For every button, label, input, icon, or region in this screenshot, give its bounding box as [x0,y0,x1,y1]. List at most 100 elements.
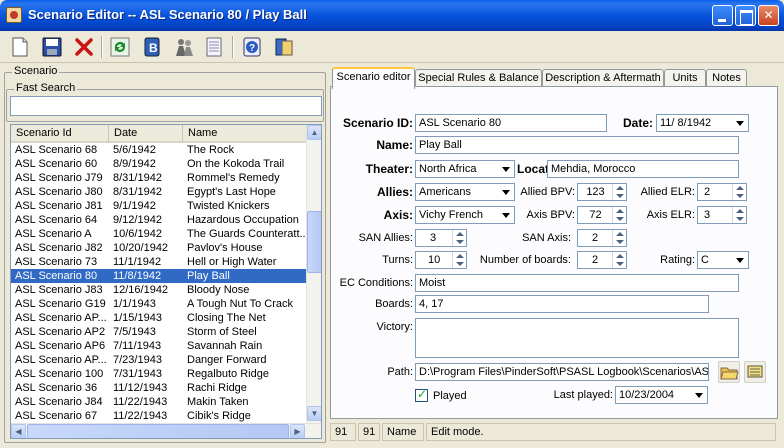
last-played-picker[interactable]: 10/23/2004 [615,386,708,404]
scroll-left-button[interactable]: ◀ [11,424,26,438]
scenario-list[interactable]: Scenario Id Date Name ASL Scenario 68 5/6… [10,124,322,439]
axis-dropdown-arrow-icon[interactable] [498,207,514,223]
last-played-value: 10/23/2004 [619,389,675,401]
boards-count-value: 2 [592,254,599,266]
table-row[interactable]: ASL Scenario G19 1/1/1943 A Tough Nut To C… [11,297,308,311]
status-mode: Edit mode. [426,423,776,441]
table-row[interactable]: ASL Scenario 64 9/12/1942 Hazardous Occupa… [11,213,308,227]
boards-count-spinner[interactable]: 2 [577,251,627,269]
table-row[interactable]: ASL Scenario 73 11/1/1942 Hell or High Wat… [11,255,308,269]
table-row[interactable]: ASL Scenario 60 8/9/1942 On the Kokoda Tra… [11,157,308,171]
maximize-button[interactable] [735,5,756,26]
boards-field[interactable]: 4, 17 [415,295,709,313]
last-played-dropdown-arrow-icon[interactable] [691,387,707,403]
date-picker[interactable]: 11/ 8/1942 [656,114,749,132]
book-icon[interactable]: B [140,35,164,59]
san-axis-spin-icon[interactable] [612,230,626,246]
axis-elr-spin-icon[interactable] [732,207,746,223]
horizontal-scrollbar[interactable]: ◀ ▶ [11,423,321,438]
table-row[interactable]: ASL Scenario J81 9/1/1942 Twisted Knickers [11,199,308,213]
allied-bpv-spin-icon[interactable] [612,184,626,200]
notes-icon[interactable] [202,35,226,59]
title-bar[interactable]: Scenario Editor -- ASL Scenario 80 / Pla… [0,0,784,31]
table-row[interactable]: ASL Scenario J79 8/31/1942 Rommel's Remedy [11,171,308,185]
axis-elr-spinner[interactable]: 3 [697,206,747,224]
scroll-right-button[interactable]: ▶ [290,424,305,438]
ec-conditions-field[interactable]: Moist [415,274,739,292]
allies-dropdown-arrow-icon[interactable] [498,184,514,200]
allied-elr-spin-icon[interactable] [732,184,746,200]
location-field[interactable]: Mehdia, Morocco [547,160,739,178]
theater-select[interactable]: North Africa [415,160,515,178]
path-field[interactable]: D:\Program Files\PinderSoft\PSASL Logboo… [415,363,709,381]
app-icon[interactable] [6,7,22,23]
refresh-icon[interactable] [108,35,132,59]
axis-bpv-spinner[interactable]: 72 [577,206,627,224]
delete-icon[interactable] [72,35,96,59]
boards-count-spin-icon[interactable] [612,252,626,268]
axis-bpv-spin-icon[interactable] [612,207,626,223]
cell-name: A Tough Nut To Crack [187,298,293,310]
table-row[interactable]: ASL Scenario J83 12/16/1942 Bloody Nose [11,283,308,297]
turns-spin-icon[interactable] [452,252,466,268]
column-header-name[interactable]: Name [183,125,308,143]
table-row[interactable]: ASL Scenario J82 10/20/1942 Pavlov's House [11,241,308,255]
rating-dropdown-arrow-icon[interactable] [732,252,748,268]
scroll-down-button[interactable]: ▼ [307,406,321,421]
hscroll-thumb[interactable] [27,424,289,438]
table-row[interactable]: ASL Scenario A 10/6/1942 The Guards Counte… [11,227,308,241]
played-checkbox[interactable] [415,387,428,402]
date-label: Date: [622,116,653,130]
name-field[interactable]: Play Ball [415,136,739,154]
san-axis-spinner[interactable]: 2 [577,229,627,247]
san-allies-spin-icon[interactable] [452,230,466,246]
axis-label: Axis: [383,208,413,222]
table-row[interactable]: ASL Scenario AP... 1/15/1943 Closing The N… [11,311,308,325]
table-row[interactable]: ASL Scenario AP2 7/5/1943 Storm of Steel [11,325,308,339]
allies-select[interactable]: Americans [415,183,515,201]
tab-scenario-editor[interactable]: Scenario editor [332,67,415,89]
san-allies-spinner[interactable]: 3 [415,229,467,247]
table-row[interactable]: ASL Scenario 100 7/31/1943 Regalbuto Ridge [11,367,308,381]
boards-count-label: Number of boards: [479,254,571,266]
allied-bpv-spinner[interactable]: 123 [577,183,627,201]
allied-elr-spinner[interactable]: 2 [697,183,747,201]
theater-dropdown-arrow-icon[interactable] [498,161,514,177]
turns-spinner[interactable]: 10 [415,251,467,269]
about-icon[interactable] [272,35,296,59]
scenario-list-pane: Scenario Fast Search Scenario Id Date Na… [4,65,326,443]
turns-label: Turns: [382,254,413,266]
table-row[interactable]: ASL Scenario J84 11/22/1943 Makin Taken [11,395,308,409]
date-dropdown-arrow-icon[interactable] [732,115,748,131]
san-axis-label: SAN Axis: [522,232,571,244]
column-header-scenario-id[interactable]: Scenario Id [11,125,109,143]
table-row[interactable]: ASL Scenario AP6 7/11/1943 Savannah Rain [11,339,308,353]
view-file-icon[interactable] [744,361,766,383]
scenario-id-field[interactable]: ASL Scenario 80 [415,114,607,132]
close-button[interactable]: ✕ [758,5,779,26]
cell-scenario-id: ASL Scenario 68 [15,144,98,156]
table-row[interactable]: ASL Scenario 80 11/8/1942 Play Ball [11,269,308,283]
axis-select[interactable]: Vichy French [415,206,515,224]
column-header-date[interactable]: Date [109,125,183,143]
minimize-button[interactable] [712,5,733,26]
table-row[interactable]: ASL Scenario 68 5/6/1942 The Rock [11,143,308,157]
victory-textarea[interactable] [415,318,739,358]
new-document-icon[interactable] [8,35,32,59]
fast-search-input[interactable] [10,96,322,116]
rating-select[interactable]: C [697,251,749,269]
help-icon[interactable]: ? [240,35,264,59]
scroll-up-button[interactable]: ▲ [307,125,321,140]
soldiers-icon[interactable] [172,35,196,59]
save-icon[interactable] [40,35,64,59]
table-row[interactable]: ASL Scenario AP... 7/23/1943 Danger Forwar… [11,353,308,367]
cell-scenario-id: ASL Scenario AP... [15,354,107,366]
open-folder-icon[interactable] [718,361,740,383]
table-row[interactable]: ASL Scenario 67 11/22/1943 Cibik's Ridge [11,409,308,423]
scroll-thumb[interactable] [307,211,321,273]
vertical-scrollbar[interactable]: ▲ ▼ [306,125,321,423]
cell-name: Savannah Rain [187,340,263,352]
table-row[interactable]: ASL Scenario J80 8/31/1942 Egypt's Last Ho… [11,185,308,199]
table-row[interactable]: ASL Scenario 36 11/12/1943 Rachi Ridge [11,381,308,395]
played-label: Played [433,390,467,402]
